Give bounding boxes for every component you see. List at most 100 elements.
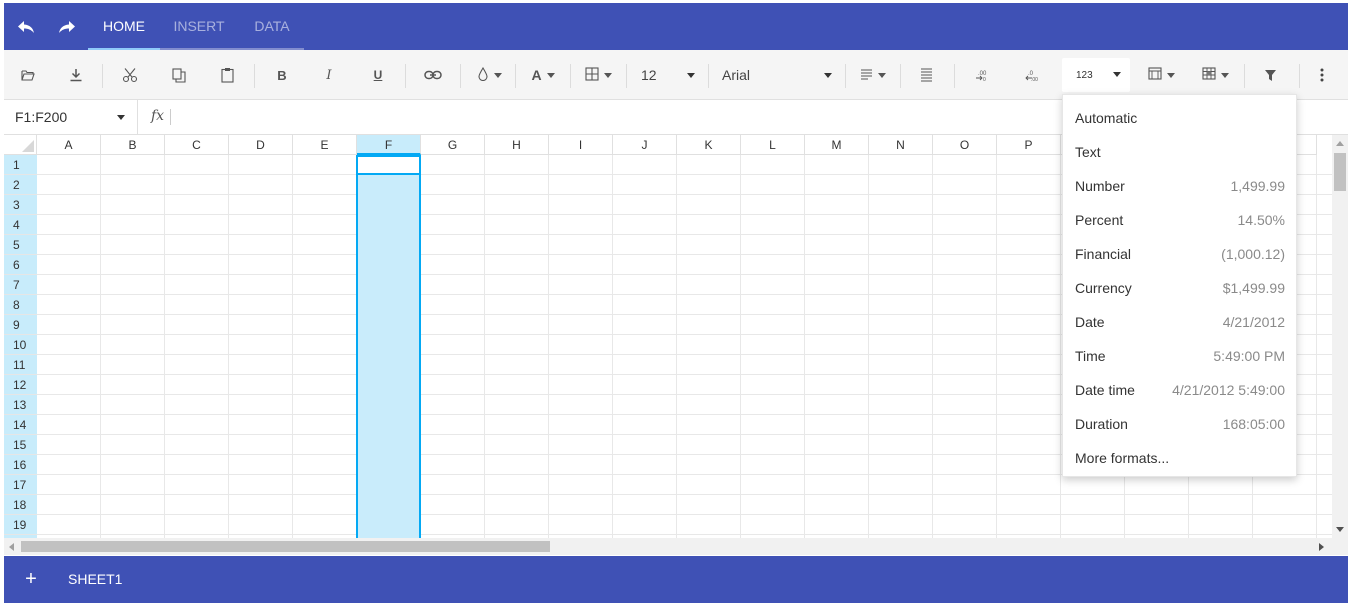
- cut-icon[interactable]: [118, 62, 142, 88]
- number-format-option[interactable]: Time 5:49:00 PM: [1063, 339, 1296, 373]
- number-format-option[interactable]: Automatic: [1063, 101, 1296, 135]
- number-format-option[interactable]: Currency $1,499.99: [1063, 271, 1296, 305]
- active-cell[interactable]: [356, 155, 421, 175]
- row-header[interactable]: 12: [4, 375, 37, 395]
- column-header[interactable]: L: [741, 135, 805, 155]
- column-header[interactable]: K: [677, 135, 741, 155]
- bold-button[interactable]: B: [270, 62, 294, 88]
- download-icon[interactable]: [64, 62, 88, 88]
- scroll-down-icon[interactable]: [1336, 527, 1344, 532]
- select-all-corner[interactable]: [4, 135, 37, 155]
- vertical-scrollbar[interactable]: [1332, 135, 1348, 538]
- number-format-option[interactable]: More formats...: [1063, 441, 1296, 475]
- horizontal-scrollbar[interactable]: [4, 538, 1332, 555]
- number-format-option[interactable]: Duration 168:05:00: [1063, 407, 1296, 441]
- row-header[interactable]: 18: [4, 495, 37, 515]
- column-header[interactable]: B: [101, 135, 165, 155]
- column-header[interactable]: O: [933, 135, 997, 155]
- paste-icon[interactable]: [215, 62, 239, 88]
- scroll-up-icon[interactable]: [1336, 141, 1344, 146]
- column-header[interactable]: I: [549, 135, 613, 155]
- conditional-format-dropdown[interactable]: [1198, 62, 1232, 88]
- decrease-decimal-icon[interactable]: .0.00: [1019, 62, 1043, 88]
- wrap-text-icon[interactable]: [914, 62, 938, 88]
- row-header[interactable]: 17: [4, 475, 37, 495]
- italic-button[interactable]: I: [317, 62, 341, 88]
- option-label: More formats...: [1075, 450, 1170, 466]
- row-header[interactable]: 19: [4, 515, 37, 535]
- align-dropdown[interactable]: [856, 62, 890, 88]
- column-header[interactable]: A: [37, 135, 101, 155]
- grid-row-line: [37, 494, 1332, 495]
- row-header[interactable]: 11: [4, 355, 37, 375]
- column-header[interactable]: G: [421, 135, 485, 155]
- name-box[interactable]: F1:F200: [4, 100, 138, 135]
- sheet-tab[interactable]: SHEET1: [68, 556, 122, 603]
- option-example: 4/21/2012 5:49:00: [1172, 382, 1285, 398]
- row-header[interactable]: 4: [4, 215, 37, 235]
- number-format-option[interactable]: Date time 4/21/2012 5:49:00: [1063, 373, 1296, 407]
- redo-icon[interactable]: [55, 15, 79, 39]
- undo-icon[interactable]: [14, 15, 38, 39]
- grid-column-line: [932, 155, 933, 538]
- number-format-option[interactable]: Percent 14.50%: [1063, 203, 1296, 237]
- copy-icon[interactable]: [167, 62, 191, 88]
- row-header[interactable]: 3: [4, 195, 37, 215]
- tab-data[interactable]: DATA: [242, 3, 302, 50]
- toolbar-separator: [570, 64, 571, 88]
- top-bar: HOME INSERT DATA: [4, 3, 1348, 50]
- column-header[interactable]: C: [165, 135, 229, 155]
- column-header[interactable]: F: [357, 135, 421, 155]
- column-header[interactable]: J: [613, 135, 677, 155]
- tab-insert[interactable]: INSERT: [164, 3, 234, 50]
- more-options-icon[interactable]: [1310, 62, 1334, 88]
- fill-color-dropdown[interactable]: [472, 62, 506, 88]
- row-header[interactable]: 6: [4, 255, 37, 275]
- add-sheet-button[interactable]: +: [20, 568, 42, 590]
- font-color-dropdown[interactable]: A: [527, 62, 559, 88]
- font-size-dropdown[interactable]: 12: [641, 62, 697, 88]
- underline-button[interactable]: U: [366, 62, 390, 88]
- row-header[interactable]: 14: [4, 415, 37, 435]
- column-header[interactable]: E: [293, 135, 357, 155]
- grid-column-line: [676, 155, 677, 538]
- column-header[interactable]: H: [485, 135, 549, 155]
- row-header[interactable]: 10: [4, 335, 37, 355]
- number-format-option[interactable]: Number 1,499.99: [1063, 169, 1296, 203]
- row-header[interactable]: 8: [4, 295, 37, 315]
- row-header[interactable]: 15: [4, 435, 37, 455]
- column-header[interactable]: M: [805, 135, 869, 155]
- row-header[interactable]: 5: [4, 235, 37, 255]
- number-format-option[interactable]: Date 4/21/2012: [1063, 305, 1296, 339]
- scroll-right-icon[interactable]: [1319, 543, 1324, 551]
- formula-input[interactable]: [176, 100, 1056, 135]
- option-example: 168:05:00: [1222, 416, 1285, 432]
- merge-cells-dropdown[interactable]: [1144, 62, 1178, 88]
- number-format-dropdown[interactable]: 123: [1062, 58, 1130, 92]
- row-header[interactable]: 9: [4, 315, 37, 335]
- grid-column-line: [100, 155, 101, 538]
- row-header[interactable]: 2: [4, 175, 37, 195]
- number-format-option[interactable]: Financial (1,000.12): [1063, 237, 1296, 271]
- row-header[interactable]: 13: [4, 395, 37, 415]
- link-icon[interactable]: [421, 62, 445, 88]
- number-format-option[interactable]: Text: [1063, 135, 1296, 169]
- sheet-tab-bar: + SHEET1: [4, 556, 1348, 603]
- font-family-dropdown[interactable]: Arial: [722, 62, 834, 88]
- option-example: 14.50%: [1237, 212, 1285, 228]
- scroll-left-icon[interactable]: [9, 543, 14, 551]
- row-header[interactable]: 7: [4, 275, 37, 295]
- open-icon[interactable]: [16, 62, 40, 88]
- tab-home[interactable]: HOME: [88, 3, 160, 50]
- filter-icon[interactable]: [1258, 62, 1282, 88]
- column-header[interactable]: P: [997, 135, 1061, 155]
- row-header[interactable]: 16: [4, 455, 37, 475]
- vertical-scroll-thumb[interactable]: [1334, 153, 1346, 191]
- horizontal-scroll-thumb[interactable]: [21, 541, 550, 552]
- borders-dropdown[interactable]: [581, 62, 615, 88]
- column-header[interactable]: D: [229, 135, 293, 155]
- increase-decimal-icon[interactable]: .00 0: [969, 62, 993, 88]
- option-label: Currency: [1075, 280, 1132, 296]
- row-header[interactable]: 1: [4, 155, 37, 175]
- column-header[interactable]: N: [869, 135, 933, 155]
